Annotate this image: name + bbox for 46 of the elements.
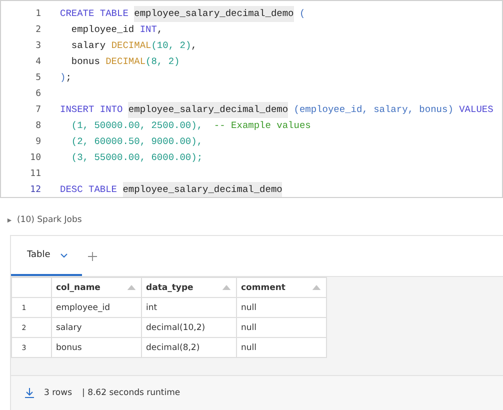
sort-icon[interactable] [312, 285, 321, 290]
sort-icon[interactable] [127, 285, 136, 290]
plus-icon[interactable] [88, 252, 98, 260]
runtime-text: | 8.62 seconds runtime [82, 388, 180, 398]
code-line: salary DECIMAL(10, 2), [70, 39, 197, 53]
table-cell: decimal(8,2) [142, 338, 236, 358]
line-number: 5 [34, 73, 41, 83]
code-line: (3, 55000.00, 6000.00); [70, 151, 203, 165]
table-cell: salary [52, 318, 142, 338]
spark-jobs-label[interactable]: (10) Spark Jobs [17, 215, 82, 225]
line-number: 2 [34, 25, 41, 35]
code-line: INSERT INTO employee_salary_decimal_demo (employee_id, salary, bonus) VALUES [60, 102, 494, 118]
line-number: 1 [34, 9, 41, 19]
code-editor[interactable] [0, 0, 503, 198]
line-number: 11 [29, 169, 41, 179]
table-cell: decimal(10,2) [142, 318, 236, 338]
chevron-icon [60, 252, 68, 258]
code-line: (1, 50000.00, 2500.00), -- Example values [70, 119, 311, 133]
code-line: (2, 60000.50, 9000.00), [70, 135, 203, 149]
line-number: 8 [34, 121, 41, 131]
line-number: 7 [34, 105, 41, 115]
line-number: 12 [29, 185, 41, 195]
column-header[interactable]: comment [236, 278, 326, 298]
code-line: CREATE TABLE employee_salary_decimal_demo ( [60, 6, 306, 22]
table-cell: null [236, 338, 326, 358]
download-icon[interactable] [25, 388, 34, 398]
code-line: employee_id INT, [70, 23, 163, 37]
code-line: bonus DECIMAL(8, 2) [70, 55, 180, 69]
line-number: 6 [34, 89, 41, 99]
table-cell: null [236, 298, 326, 318]
column-header[interactable]: data_type [142, 278, 236, 298]
table-tab[interactable]: Table [11, 236, 82, 276]
table-cell: bonus [52, 338, 142, 358]
code-line: DESC TABLE employee_salary_decimal_demo [60, 182, 282, 197]
table-cell: employee_id [52, 298, 142, 318]
line-number: 9 [34, 137, 41, 147]
table-cell: null [236, 318, 326, 338]
code-line: ); [60, 71, 72, 85]
table-cell: int [142, 298, 236, 318]
expand-triangle-icon[interactable] [6, 216, 13, 224]
column-header[interactable]: col_name [52, 278, 142, 298]
line-number: 10 [29, 153, 41, 163]
row-count: 3 rows [44, 388, 72, 398]
sort-icon[interactable] [222, 285, 231, 290]
line-number: 3 [34, 41, 41, 51]
line-number: 4 [34, 57, 41, 67]
